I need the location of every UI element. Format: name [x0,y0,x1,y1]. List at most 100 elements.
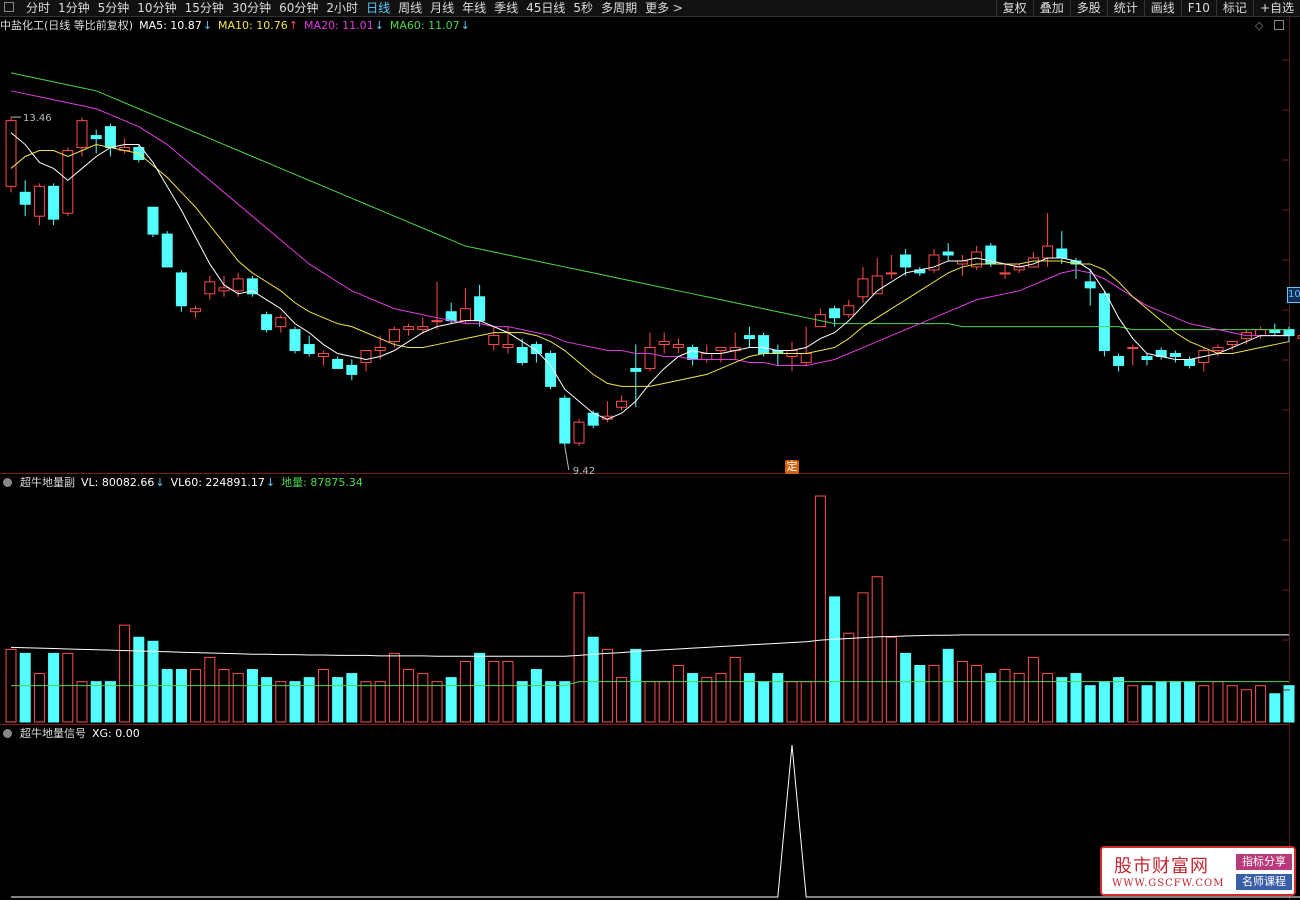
volume-bar [999,669,1011,723]
volume-bar [19,652,31,723]
volume-bar [672,665,684,723]
volume-bar [133,636,145,723]
volume-bar [914,665,926,723]
volume-bar [729,656,741,723]
candle-body [332,358,344,369]
ma60-line [10,72,1289,331]
high-label: 13.46 [23,113,52,124]
volume-bar [1269,693,1281,723]
marker-badge[interactable]: 定 [785,460,799,474]
volume-bar [62,652,74,723]
candle-body [289,329,301,352]
candle-body [19,191,31,205]
volume-bar [786,681,798,723]
volume-bar [190,669,202,723]
candle-body [1169,353,1181,357]
volume-bar [829,596,841,723]
candle-body [1098,293,1110,352]
candle-body [829,308,841,319]
chart-canvas[interactable]: 13.46 9.42 [0,0,1300,900]
candle-body [1212,347,1224,352]
candle-body [1141,355,1153,360]
candle-body [275,317,287,328]
volume-bar [743,673,755,723]
volume-bar [204,656,216,723]
candle-body [360,350,372,363]
candle-body [48,185,60,220]
candle-body [1056,248,1068,259]
volume-bar [516,681,528,723]
watermark-tag2: 名师课程 [1236,874,1292,890]
candle-body [431,320,443,323]
volume-bar [48,652,60,723]
volume-bar [1169,681,1181,723]
volume-bar [388,652,400,723]
volume-bar [76,681,88,723]
watermark-tag1: 指标分享 [1236,854,1292,870]
candle-body [190,308,202,313]
volume-bar [942,648,954,723]
volume-bar [1184,681,1196,723]
volume-bar [971,665,983,723]
candle-body [403,326,415,331]
volume-bar [175,669,187,723]
volume-bar [715,673,727,723]
price-tag: 10 [1287,287,1300,303]
volume-bar [1240,689,1252,723]
volume-bar [317,669,329,723]
candle-body [1226,341,1238,346]
vl60-line [10,634,1289,657]
candle-body [1127,347,1139,350]
volume-bar [1013,673,1025,723]
candle-body [857,278,869,298]
volume-bar [303,677,315,723]
candle-body [303,344,315,355]
candle-body [1113,355,1125,366]
volume-bar [261,677,273,723]
candle-body [317,353,329,357]
volume-bar [1127,685,1139,723]
candle-body [743,335,755,340]
candle-body [346,364,358,375]
candle-body [630,367,642,372]
candle-body [374,347,386,352]
volume-bar [1226,685,1238,723]
volume-bar [90,681,102,723]
volume-bar [871,576,883,723]
volume-bar [530,669,542,723]
volume-bar [1113,677,1125,723]
volume-bar [630,648,642,723]
candle-body [232,278,244,292]
candle-body [516,347,528,363]
candle-body [559,397,571,444]
volume-bar [857,592,869,723]
candle-body [843,305,855,316]
volume-bar [1027,656,1039,723]
candle-body [672,344,684,349]
volume-bar [1255,685,1267,723]
candle-body [104,126,116,149]
volume-bar [246,669,258,723]
volume-bar [900,652,912,723]
volume-bar [289,681,301,723]
volume-bar [701,677,713,723]
volume-bar [488,660,500,723]
candle-body [530,344,542,355]
candle-body [885,272,897,275]
candle-body [5,120,17,187]
candle-body [616,400,628,408]
candle-body [1255,329,1267,337]
candle-body [62,150,74,214]
volume-bar [1070,673,1082,723]
candle-body [261,314,273,331]
candle-body [715,347,727,352]
candle-body [417,326,429,331]
volume-bar [459,660,471,723]
volume-bar [1098,681,1110,723]
volume-bar [616,677,628,723]
candle-body [388,329,400,343]
volume-bar [474,652,486,723]
candle-body [502,344,514,349]
candle-body [1084,281,1096,289]
volume-bar [33,673,45,723]
